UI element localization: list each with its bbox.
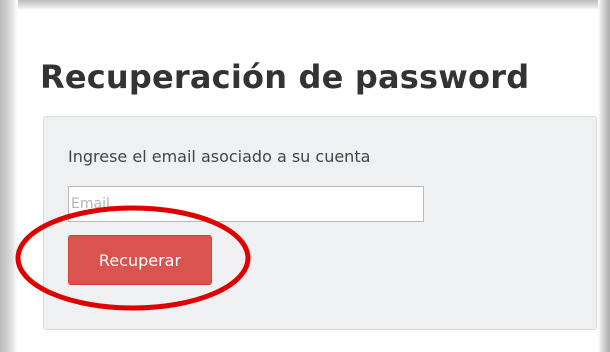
- page-content: Recuperación de password Ingrese el emai…: [18, 10, 598, 352]
- password-recovery-panel: Ingrese el email asociado a su cuenta Re…: [43, 116, 597, 330]
- email-input[interactable]: [68, 186, 424, 222]
- recover-button[interactable]: Recuperar: [68, 235, 212, 285]
- window-frame-right: [598, 0, 610, 352]
- screenshot-window: Recuperación de password Ingrese el emai…: [0, 0, 610, 352]
- window-frame-top: [0, 0, 610, 10]
- window-frame-left: [0, 0, 18, 352]
- page-title: Recuperación de password: [40, 58, 530, 96]
- instruction-text: Ingrese el email asociado a su cuenta: [68, 147, 371, 166]
